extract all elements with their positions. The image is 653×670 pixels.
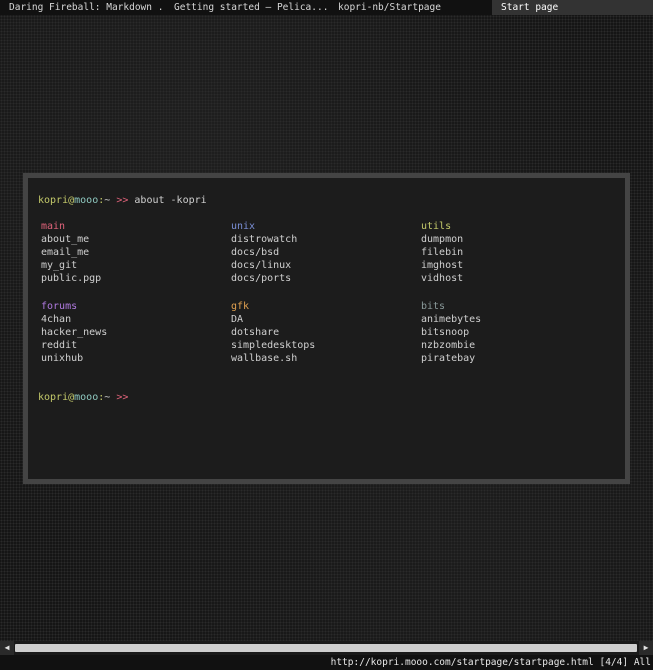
section-bits: bits animebytes bitsnoop nzbzombie pirat… xyxy=(421,300,601,365)
link-hacker-news[interactable]: hacker_news xyxy=(41,326,221,339)
link-bitsnoop[interactable]: bitsnoop xyxy=(421,326,601,339)
status-text: http://kopri.mooo.com/startpage/startpag… xyxy=(331,655,651,670)
link-da[interactable]: DA xyxy=(231,313,411,326)
tab-bar: Daring Fireball: Markdown ... Getting st… xyxy=(0,0,653,15)
tab-kopri-startpage[interactable]: kopri-nb/Startpage xyxy=(329,0,492,15)
terminal-window: kopri@mooo:~ >> about -kopri main about_… xyxy=(23,173,630,484)
status-bar: http://kopri.mooo.com/startpage/startpag… xyxy=(0,655,653,670)
link-animebytes[interactable]: animebytes xyxy=(421,313,601,326)
link-piratebay[interactable]: piratebay xyxy=(421,352,601,365)
section-gfk: gfk DA dotshare simpledesktops wallbase.… xyxy=(231,300,411,365)
prompt-dir: ~ xyxy=(104,392,111,403)
section-unix: unix distrowatch docs/bsd docs/linux doc… xyxy=(231,220,411,285)
link-imghost[interactable]: imghost xyxy=(421,259,601,272)
scroll-right-arrow-icon[interactable]: ▶ xyxy=(639,641,653,655)
section-main: main about_me email_me my_git public.pgp xyxy=(41,220,221,285)
link-email-me[interactable]: email_me xyxy=(41,246,221,259)
link-nzbzombie[interactable]: nzbzombie xyxy=(421,339,601,352)
link-distrowatch[interactable]: distrowatch xyxy=(231,233,411,246)
status-url: http://kopri.mooo.com/startpage/startpag… xyxy=(330,657,594,668)
section-forums: forums 4chan hacker_news reddit unixhub xyxy=(41,300,221,365)
status-tab-position: [4/4] xyxy=(599,657,629,668)
section-heading-utils: utils xyxy=(421,221,452,232)
horizontal-scrollbar[interactable]: ◀ ▶ xyxy=(0,641,653,655)
idle-prompt-line: kopri@mooo:~ >> xyxy=(38,391,128,404)
prompt-host: mooo xyxy=(74,392,99,403)
section-heading-forums: forums xyxy=(41,301,78,312)
link-vidhost[interactable]: vidhost xyxy=(421,272,601,285)
prompt-dir: ~ xyxy=(104,195,111,206)
link-public-pgp[interactable]: public.pgp xyxy=(41,272,221,285)
prompt-user: kopri xyxy=(38,392,69,403)
link-docs-linux[interactable]: docs/linux xyxy=(231,259,411,272)
link-my-git[interactable]: my_git xyxy=(41,259,221,272)
scrollbar-thumb[interactable] xyxy=(15,644,637,652)
tab-start-page[interactable]: Start page xyxy=(492,0,653,15)
link-filebin[interactable]: filebin xyxy=(421,246,601,259)
section-heading-unix: unix xyxy=(231,221,256,232)
link-unixhub[interactable]: unixhub xyxy=(41,352,221,365)
link-wallbase[interactable]: wallbase.sh xyxy=(231,352,411,365)
section-utils: utils dumpmon filebin imghost vidhost xyxy=(421,220,601,285)
command-prompt-line: kopri@mooo:~ >> about -kopri xyxy=(38,194,207,207)
prompt-command: about -kopri xyxy=(134,195,207,206)
tab-daring-fireball[interactable]: Daring Fireball: Markdown ... xyxy=(0,0,165,15)
link-docs-bsd[interactable]: docs/bsd xyxy=(231,246,411,259)
scroll-left-arrow-icon[interactable]: ◀ xyxy=(0,641,14,655)
prompt-arrow: >> xyxy=(116,195,129,206)
section-heading-main: main xyxy=(41,221,66,232)
section-heading-gfk: gfk xyxy=(231,301,250,312)
prompt-user: kopri xyxy=(38,195,69,206)
link-4chan[interactable]: 4chan xyxy=(41,313,221,326)
link-docs-ports[interactable]: docs/ports xyxy=(231,272,411,285)
link-dumpmon[interactable]: dumpmon xyxy=(421,233,601,246)
link-about-me[interactable]: about_me xyxy=(41,233,221,246)
prompt-arrow: >> xyxy=(116,392,129,403)
prompt-host: mooo xyxy=(74,195,99,206)
page-background: kopri@mooo:~ >> about -kopri main about_… xyxy=(0,15,653,641)
tab-pelican[interactable]: Getting started — Pelica... xyxy=(165,0,329,15)
link-simpledesktops[interactable]: simpledesktops xyxy=(231,339,411,352)
link-dotshare[interactable]: dotshare xyxy=(231,326,411,339)
link-reddit[interactable]: reddit xyxy=(41,339,221,352)
status-scroll: All xyxy=(633,657,651,668)
section-heading-bits: bits xyxy=(421,301,446,312)
